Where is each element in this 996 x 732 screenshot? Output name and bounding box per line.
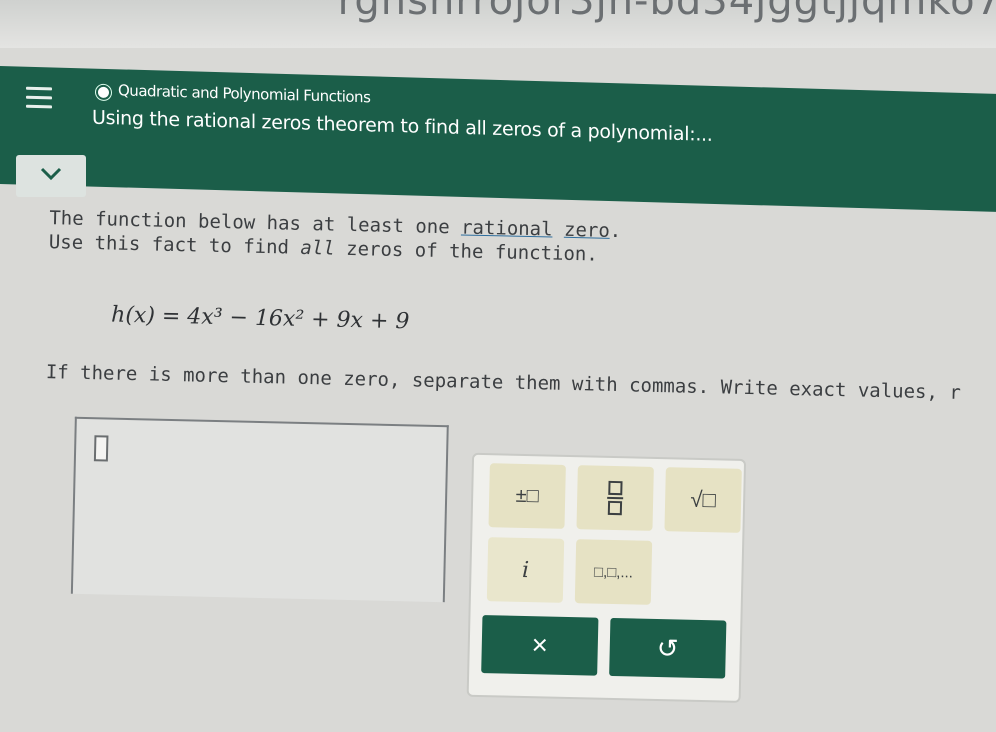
list-key[interactable]: □,□,... <box>575 539 652 605</box>
topic-header: Quadratic and Polynomial Functions Using… <box>0 66 996 212</box>
lesson-subtitle: Using the rational zeros theorem to find… <box>92 107 713 146</box>
rational-link[interactable]: rational <box>461 216 553 240</box>
progress-dot-icon <box>96 85 111 100</box>
url-fragment: rgnsnrrojor3jn-bd34jggtjjqmko7 <box>338 0 996 24</box>
math-keypad: ±□ √□ i □,□,... × ↺ <box>467 453 746 703</box>
undo-button[interactable]: ↺ <box>609 618 726 679</box>
answer-input[interactable] <box>71 417 449 602</box>
hamburger-menu-icon[interactable] <box>26 87 52 110</box>
zero-link[interactable]: zero <box>564 219 610 242</box>
input-cursor <box>94 435 109 461</box>
topic-title: Quadratic and Polynomial Functions <box>118 81 370 106</box>
problem-area: The function below has at least one rati… <box>0 190 996 732</box>
square-root-key[interactable]: √□ <box>664 467 741 533</box>
imaginary-i-key[interactable]: i <box>487 537 564 603</box>
clear-button[interactable]: × <box>481 615 598 676</box>
fraction-icon <box>605 480 626 516</box>
polynomial-equation: h(x) = 4x³ − 16x² + 9x + 9 <box>111 303 410 335</box>
fraction-key[interactable] <box>576 465 653 531</box>
plus-minus-key[interactable]: ±□ <box>488 463 565 529</box>
chevron-down-icon <box>38 163 64 185</box>
instruction-text: If there is more than one zero, separate… <box>46 361 961 404</box>
browser-url-strip: rgnsnrrojor3jn-bd34jggtjjqmko7 <box>0 0 996 48</box>
